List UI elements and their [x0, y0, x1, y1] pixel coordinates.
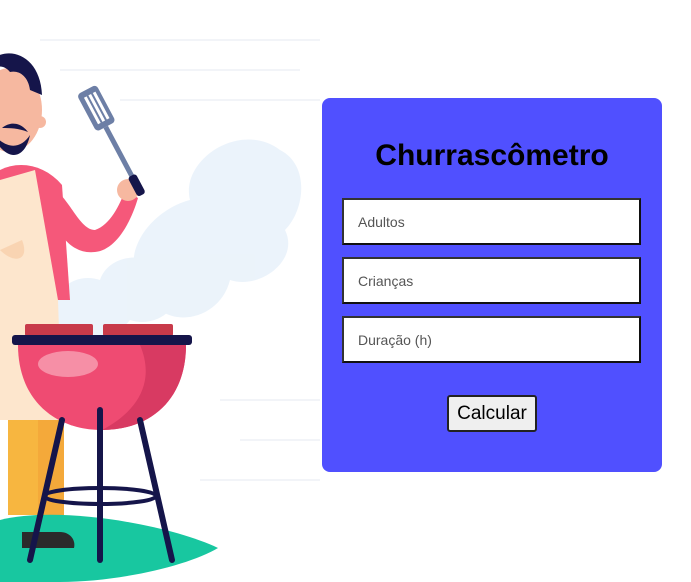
- page-title: Churrascômetro: [375, 139, 609, 172]
- children-input[interactable]: [342, 257, 641, 304]
- calculator-card: Churrascômetro Calcular: [322, 98, 662, 472]
- duration-input[interactable]: [342, 316, 641, 363]
- adults-input[interactable]: [342, 198, 641, 245]
- spatula: [78, 85, 145, 196]
- barbecue-illustration: [0, 39, 320, 582]
- calculate-button[interactable]: Calcular: [447, 395, 537, 432]
